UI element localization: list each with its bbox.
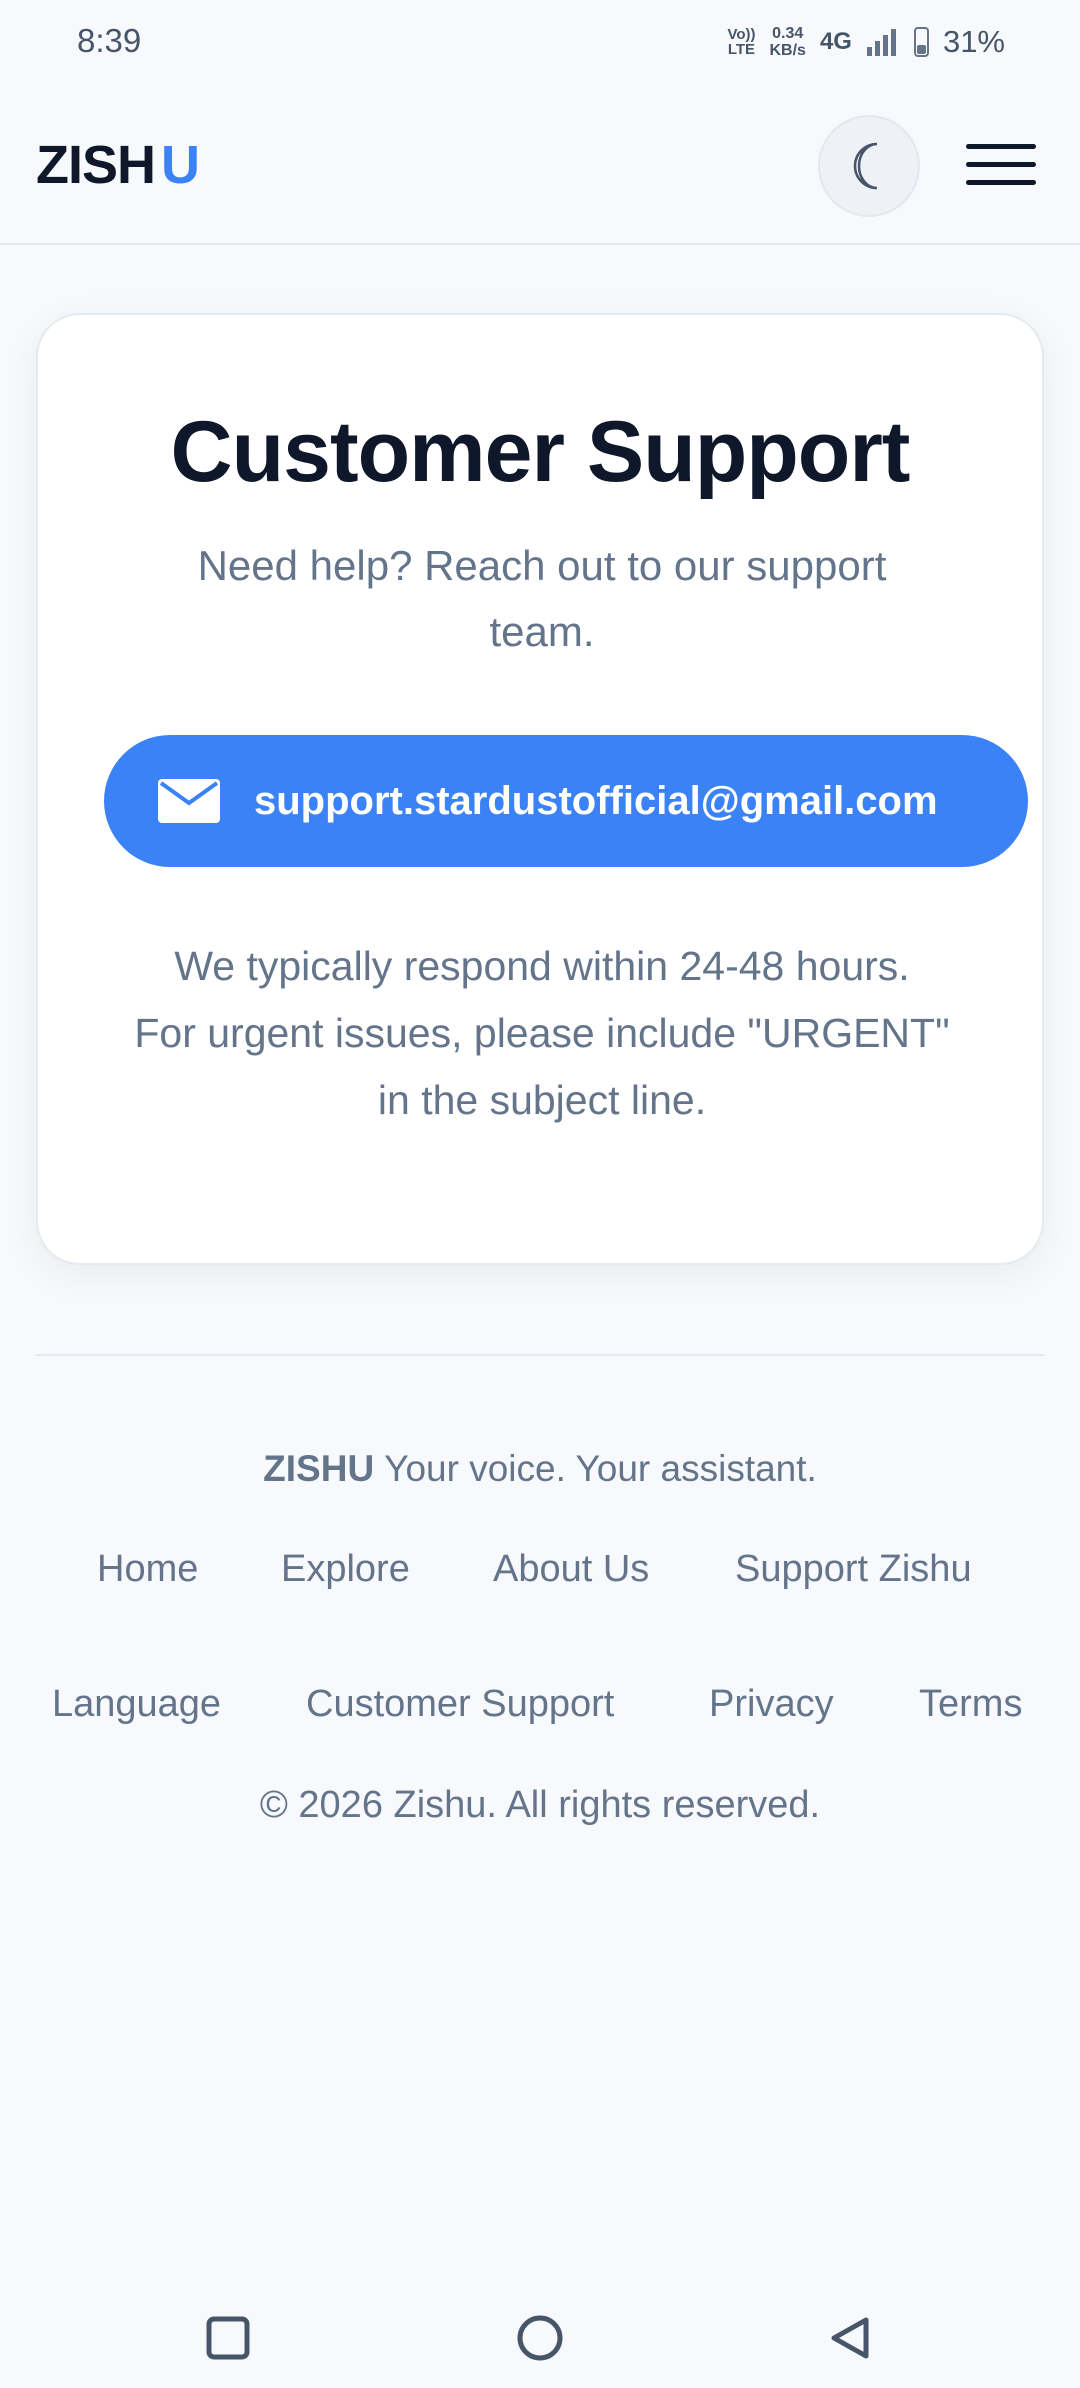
circle-home-icon <box>517 2315 563 2361</box>
support-card: Customer Support Need help? Reach out to… <box>36 313 1044 1265</box>
footer-link-about-us[interactable]: About Us <box>493 1548 649 1591</box>
square-recents-icon <box>206 2316 250 2360</box>
tagline-text: Your voice. Your assistant. <box>384 1448 817 1489</box>
recents-button[interactable] <box>198 2308 258 2368</box>
footer-links-row1: Home Explore About Us Support Zishu <box>0 1548 1080 1598</box>
support-email: support.stardustofficial@gmail.com <box>254 778 938 823</box>
note-line: We typically respond within 24-48 hours. <box>174 943 910 989</box>
footer-divider <box>36 1354 1044 1356</box>
footer-brand: ZISHU <box>263 1448 375 1489</box>
logo-accent: U <box>161 135 200 195</box>
volte-bottom: LTE <box>727 41 756 58</box>
menu-button[interactable] <box>966 144 1036 190</box>
footer-link-support-zishu[interactable]: Support Zishu <box>735 1548 972 1591</box>
hamburger-menu-icon <box>966 144 1036 149</box>
hamburger-line <box>966 162 1036 167</box>
email-support-button[interactable]: support.stardustofficial@gmail.com <box>104 735 1028 867</box>
battery-icon <box>913 27 929 57</box>
subtitle-line: team. <box>489 608 595 655</box>
mail-icon <box>158 779 220 823</box>
footer-link-privacy[interactable]: Privacy <box>709 1683 834 1726</box>
footer-tagline: ZISHU Your voice. Your assistant. <box>0 1448 1080 1490</box>
footer-link-language[interactable]: Language <box>52 1683 221 1726</box>
volte-top: Vo)) <box>727 26 756 43</box>
status-icons: Vo)) LTE 0.34 KB/s 4G 31% <box>727 24 1005 60</box>
footer-link-terms[interactable]: Terms <box>919 1683 1022 1726</box>
theme-toggle-button[interactable] <box>818 115 920 217</box>
subtitle-line: Need help? Reach out to our support <box>197 542 887 589</box>
system-nav-bar <box>0 2290 1080 2388</box>
network-type: 4G <box>819 28 852 55</box>
footer-link-customer-support[interactable]: Customer Support <box>306 1683 614 1726</box>
footer-link-explore[interactable]: Explore <box>281 1548 410 1591</box>
speed-unit: KB/s <box>769 42 806 59</box>
back-button[interactable] <box>820 2308 880 2368</box>
home-button[interactable] <box>510 2308 570 2368</box>
battery-percent: 31% <box>942 24 1005 59</box>
note-line: in the subject line. <box>377 1077 707 1123</box>
speed-value: 0.34 <box>772 25 804 42</box>
page-title: Customer Support <box>170 404 911 500</box>
footer-links-row2: Language Customer Support Privacy Terms <box>0 1683 1080 1733</box>
moon-icon <box>853 142 878 190</box>
note-line: For urgent issues, please include "URGEN… <box>134 1010 950 1056</box>
response-note: We typically respond within 24-48 hours.… <box>78 933 1006 1134</box>
status-bar: 8:39 Vo)) LTE 0.34 KB/s 4G 31% <box>0 0 1080 90</box>
logo-main: ZISH <box>36 135 156 195</box>
volte-indicator: Vo)) LTE <box>727 27 755 57</box>
support-subtitle: Need help? Reach out to our support team… <box>138 533 946 665</box>
triangle-back-icon <box>831 2317 869 2359</box>
hamburger-line <box>966 180 1036 185</box>
app-header: ZISH U <box>0 90 1080 245</box>
network-speed: 0.34 KB/s <box>769 25 805 59</box>
signal-icon <box>866 29 896 56</box>
copyright: © 2026 Zishu. All rights reserved. <box>259 1784 821 1826</box>
status-time: 8:39 <box>77 22 142 59</box>
footer-link-home[interactable]: Home <box>97 1548 198 1591</box>
logo[interactable]: ZISH U <box>36 134 200 196</box>
